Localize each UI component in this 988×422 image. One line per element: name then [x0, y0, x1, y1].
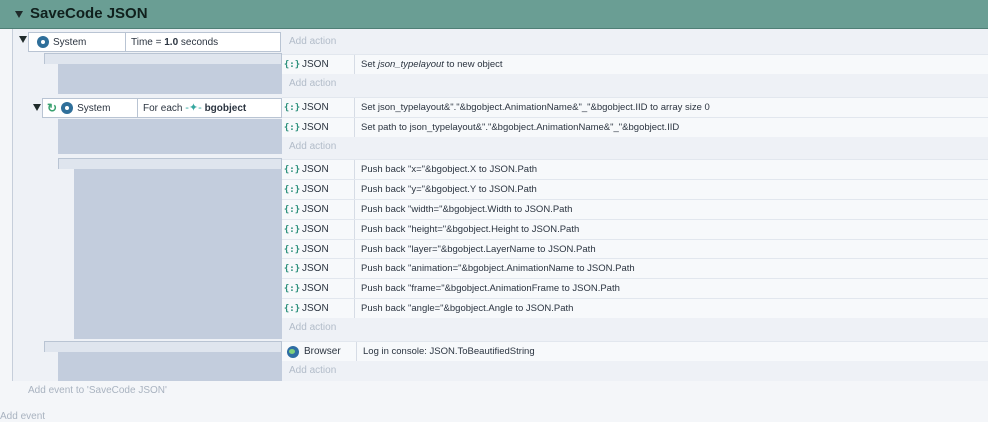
- add-action-link[interactable]: Add action: [282, 318, 988, 338]
- add-action-link[interactable]: Add action: [282, 137, 988, 157]
- json-icon: {:}: [283, 224, 301, 235]
- system-gear-icon: [37, 36, 49, 48]
- json-icon: {:}: [283, 283, 301, 294]
- subevent-body: [74, 169, 282, 339]
- json-icon: {:}: [283, 184, 301, 195]
- action-text: Push back "height="&bgobject.Height to J…: [354, 219, 579, 240]
- action-row[interactable]: {:} JSON Set path to json_typelayout&"."…: [282, 117, 988, 138]
- condition-object: System: [53, 36, 87, 48]
- system-gear-icon: [61, 102, 74, 114]
- action-row[interactable]: {:} JSON Set json_typelayout to new obje…: [282, 54, 988, 75]
- add-action-link[interactable]: Add action: [282, 32, 988, 52]
- condition-label-suffix: seconds: [178, 37, 219, 48]
- action-text: Push back "y="&bgobject.Y to JSON.Path: [354, 179, 537, 200]
- action-row[interactable]: {:} JSON Push back "x="&bgobject.X to JS…: [282, 159, 988, 180]
- action-row[interactable]: Browser Log in console: JSON.ToBeautifie…: [282, 341, 988, 362]
- event2-collapse-icon[interactable]: [33, 104, 41, 111]
- action-row[interactable]: {:} JSON Push back "animation="&bgobject…: [282, 258, 988, 279]
- subevent-body: [58, 64, 282, 94]
- condition-object: System: [77, 102, 111, 114]
- action-text: Set json_typelayout&"."&bgobject.Animati…: [354, 97, 710, 118]
- browser-globe-icon: [287, 345, 299, 358]
- json-icon: {:}: [283, 244, 301, 255]
- action-row[interactable]: {:} JSON Push back "y="&bgobject.Y to JS…: [282, 179, 988, 200]
- condition-label: For each: [143, 103, 186, 114]
- action-row[interactable]: {:} JSON Push back "height="&bgobject.He…: [282, 219, 988, 240]
- action-text: Push back "width="&bgobject.Width to JSO…: [354, 199, 572, 220]
- action-text: Push back "animation="&bgobject.Animatio…: [354, 258, 635, 279]
- action-text: Push back "angle="&bgobject.Angle to JSO…: [354, 298, 573, 319]
- json-icon: {:}: [283, 164, 301, 175]
- add-event-to-group-link[interactable]: Add event to 'SaveCode JSON': [28, 385, 167, 396]
- event2-condition[interactable]: ↻ System For each -✦- bgobject: [42, 98, 282, 118]
- add-action-link[interactable]: Add action: [282, 361, 988, 381]
- action-text: Set path to json_typelayout&"."&bgobject…: [354, 117, 679, 138]
- action-object: JSON: [302, 59, 329, 70]
- condition-target: bgobject: [204, 103, 247, 114]
- action-row[interactable]: {:} JSON Push back "width="&bgobject.Wid…: [282, 199, 988, 220]
- collapse-triangle-icon[interactable]: [15, 11, 23, 18]
- subevent-header: [44, 53, 282, 64]
- event-group-header[interactable]: [0, 0, 988, 29]
- json-icon: {:}: [283, 204, 301, 215]
- loop-icon: ↻: [47, 101, 58, 115]
- action-row[interactable]: {:} JSON Push back "angle="&bgobject.Ang…: [282, 298, 988, 319]
- json-icon: {:}: [283, 303, 301, 314]
- action-text: Push back "layer="&bgobject.LayerName to…: [354, 239, 596, 260]
- sprite-object-icon: -✦-: [185, 102, 202, 114]
- action-text: Push back "x="&bgobject.X to JSON.Path: [354, 159, 537, 180]
- json-icon: {:}: [283, 263, 301, 274]
- event2-body: [58, 119, 282, 154]
- json-icon: {:}: [283, 102, 301, 113]
- add-event-link[interactable]: Add event: [0, 411, 45, 422]
- json-icon: {:}: [283, 122, 301, 133]
- action-row[interactable]: {:} JSON Set json_typelayout&"."&bgobjec…: [282, 97, 988, 118]
- json-icon: {:}: [283, 59, 301, 70]
- add-action-link[interactable]: Add action: [282, 74, 988, 94]
- subevent-body: [58, 352, 282, 381]
- condition-value: 1.0: [164, 37, 179, 48]
- event1-condition[interactable]: System Time = 1.0 seconds: [28, 32, 281, 52]
- condition-label-prefix: Time =: [131, 37, 165, 48]
- group-title: SaveCode JSON: [30, 5, 148, 22]
- subevent-header: [44, 341, 282, 352]
- action-text: Set json_typelayout to new object: [354, 54, 503, 75]
- action-row[interactable]: {:} JSON Push back "layer="&bgobject.Lay…: [282, 239, 988, 260]
- subevent-header: [58, 158, 282, 169]
- action-row[interactable]: {:} JSON Push back "frame="&bgobject.Ani…: [282, 278, 988, 299]
- action-text: Log in console: JSON.ToBeautifiedString: [356, 341, 535, 362]
- action-text: Push back "frame="&bgobject.AnimationFra…: [354, 278, 620, 299]
- event1-collapse-icon[interactable]: [19, 36, 27, 43]
